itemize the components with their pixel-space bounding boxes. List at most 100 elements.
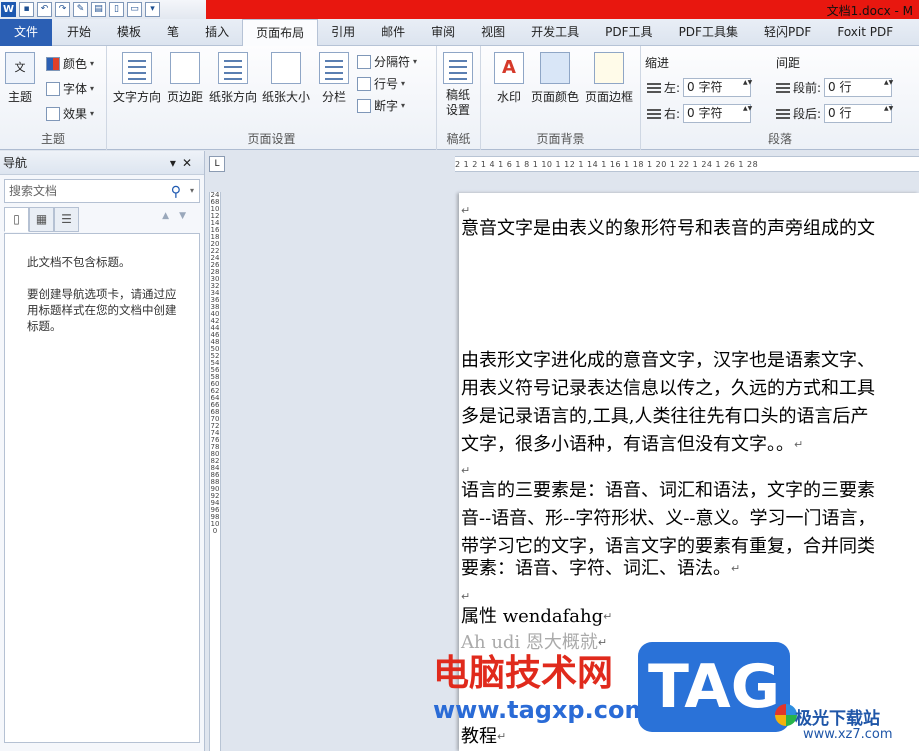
undo-icon[interactable]: ↶: [37, 2, 52, 17]
line-numbers-icon: [357, 76, 371, 91]
tab-flash-pdf[interactable]: 轻闪PDF: [751, 19, 824, 46]
columns-button[interactable]: 分栏: [319, 52, 349, 105]
spacing-after-input[interactable]: 0 行: [824, 104, 893, 123]
doc-line-6: 语言的三要素是：语音、词汇和语法，文字的三要素: [461, 480, 875, 501]
columns-label: 分栏: [321, 90, 346, 104]
navigation-title: 导航: [3, 156, 28, 170]
quick-access-toolbar: W ▪ ↶ ↷ ✎ ▤ ▯ ▭ ▾: [0, 0, 160, 19]
redo-icon[interactable]: ↷: [55, 2, 70, 17]
spacing-before-input[interactable]: 0 行: [824, 78, 893, 97]
aurora-logo-icon: [775, 704, 797, 726]
title-bar: W ▪ ↶ ↷ ✎ ▤ ▯ ▭ ▾ 文档1.docx - M: [0, 0, 919, 19]
doc-line-5: 文字，很多小语种，有语言但没有文字。。↵: [461, 434, 804, 455]
headings-tab-icon[interactable]: ▯: [4, 207, 29, 232]
indent-left-row: 左: 0 字符: [647, 78, 752, 97]
document-title: 文档1.docx - M: [826, 4, 913, 18]
pages-tab-icon[interactable]: ▦: [29, 207, 54, 232]
page-background-group-label: 页面背景: [536, 132, 585, 146]
ribbon: 文 主题 颜色 ▾ 字体 ▾ 效果 ▾ 主题 文字方向 页边距 纸张方向 纸张大…: [0, 46, 919, 150]
indent-right-label: 右:: [664, 107, 681, 121]
spacing-before-row: 段前: 0 行: [776, 78, 893, 97]
close-icon[interactable]: ✕: [182, 156, 198, 170]
indent-left-input[interactable]: 0 字符: [683, 78, 752, 97]
print-preview-icon[interactable]: ▤: [91, 2, 106, 17]
tab-selector-icon[interactable]: L: [209, 156, 225, 172]
up-arrow-icon[interactable]: ▲: [162, 211, 179, 221]
doc-line-2: 由表形文字进化成的意音文字，汉字也是语素文字、: [461, 350, 875, 371]
draft-settings-button[interactable]: 稿纸 设置: [443, 52, 473, 118]
tab-developer[interactable]: 开发工具: [518, 19, 592, 46]
indent-left-icon: [647, 80, 661, 95]
site-name: 极光下载站: [795, 709, 880, 729]
vertical-ruler[interactable]: 2468101214161820222426283032343638404244…: [209, 192, 221, 751]
hyphenation-icon: [357, 98, 371, 113]
page-size-button[interactable]: 纸张大小: [262, 52, 310, 105]
tab-review[interactable]: 审阅: [418, 19, 468, 46]
draft-paper-icon: [443, 52, 473, 84]
tab-mailings[interactable]: 邮件: [368, 19, 418, 46]
tab-page-layout[interactable]: 页面布局: [242, 19, 319, 47]
title-highlight: 文档1.docx - M: [206, 0, 919, 19]
search-input[interactable]: 搜索文档 ⚲ ▾: [4, 179, 200, 203]
tab-insert[interactable]: 插入: [192, 19, 242, 46]
indent-right-input[interactable]: 0 字符: [683, 104, 752, 123]
theme-effect-button[interactable]: 效果 ▾: [46, 105, 94, 122]
font-icon: [46, 81, 60, 96]
watermark-button[interactable]: A 水印: [494, 52, 524, 105]
orientation-button[interactable]: 纸张方向: [209, 52, 257, 105]
results-tab-icon[interactable]: ☰: [54, 207, 79, 232]
margins-button[interactable]: 页边距: [167, 52, 203, 105]
effect-icon: [46, 106, 60, 121]
color-icon: [46, 56, 60, 71]
tab-file[interactable]: 文件: [0, 19, 53, 46]
page-setup-group-label: 页面设置: [247, 132, 296, 146]
navigation-pane: 导航 ▾✕ 搜索文档 ⚲ ▾ ▯ ▦ ☰ ▲▼ 此文档不包含标题。 要创建导航选…: [0, 151, 205, 751]
navigation-header: 导航 ▾✕: [0, 151, 204, 175]
page-color-button[interactable]: 页面颜色: [531, 52, 579, 105]
tab-foxit-pdf[interactable]: Foxit PDF: [824, 19, 906, 46]
spacing-before-icon: [776, 80, 790, 95]
page-borders-button[interactable]: 页面边框: [585, 52, 633, 105]
text-direction-button[interactable]: 文字方向: [113, 52, 161, 105]
breaks-button[interactable]: 分隔符 ▾: [357, 53, 417, 70]
search-dropdown-icon[interactable]: ▾: [190, 180, 194, 202]
save-icon[interactable]: ▪: [19, 2, 34, 17]
hyphenation-button[interactable]: 断字 ▾: [357, 97, 405, 114]
tab-home[interactable]: 开始: [54, 19, 104, 46]
tab-references[interactable]: 引用: [318, 19, 368, 46]
tab-view[interactable]: 视图: [468, 19, 518, 46]
text-direction-label: 文字方向: [113, 90, 162, 104]
doc-line-10: 属性 wendafahg↵: [461, 606, 613, 627]
watermark-url: www.tagxp.com: [433, 696, 650, 724]
theme-effect-label: 效果: [63, 107, 88, 121]
customize-qat-icon[interactable]: ▾: [145, 2, 160, 17]
theme-button[interactable]: 文 主题: [5, 52, 35, 105]
spacing-after-row: 段后: 0 行: [776, 104, 893, 123]
search-icon[interactable]: ⚲: [171, 181, 181, 203]
edit-icon[interactable]: ✎: [73, 2, 88, 17]
horizontal-ruler[interactable]: 2 1 2 1 4 1 6 1 8 1 10 1 12 1 14 1 16 1 …: [455, 156, 919, 172]
orientation-label: 纸张方向: [209, 90, 258, 104]
nav-options-icon[interactable]: ▾: [170, 156, 182, 170]
watermark-text: 电脑技术网: [433, 653, 614, 694]
theme-label: 主题: [7, 90, 32, 104]
theme-color-button[interactable]: 颜色 ▾: [46, 55, 94, 72]
doc-line-1: 意音文字是由表义的象形符号和表音的声旁组成的文: [461, 218, 875, 239]
theme-font-button[interactable]: 字体 ▾: [46, 80, 94, 97]
page-size-icon: [271, 52, 301, 84]
tab-pdf-tools[interactable]: PDF工具: [592, 19, 665, 46]
open-icon[interactable]: ▭: [127, 2, 142, 17]
tab-pdf-toolset[interactable]: PDF工具集: [666, 19, 751, 46]
down-arrow-icon[interactable]: ▼: [179, 211, 196, 221]
page-color-icon: [540, 52, 570, 84]
margins-label: 页边距: [167, 90, 204, 104]
no-headings-message: 此文档不包含标题。: [27, 255, 131, 269]
page-size-label: 纸张大小: [262, 90, 311, 104]
navigation-content: 此文档不包含标题。 要创建导航选项卡，请通过应用标题样式在您的文档中创建标题。: [4, 233, 200, 743]
tab-pen[interactable]: 笔: [154, 19, 192, 46]
theme-font-label: 字体: [63, 82, 88, 96]
tab-template[interactable]: 模板: [104, 19, 154, 46]
new-doc-icon[interactable]: ▯: [109, 2, 124, 17]
spacing-heading: 间距: [776, 56, 801, 70]
line-numbers-button[interactable]: 行号 ▾: [357, 75, 405, 92]
